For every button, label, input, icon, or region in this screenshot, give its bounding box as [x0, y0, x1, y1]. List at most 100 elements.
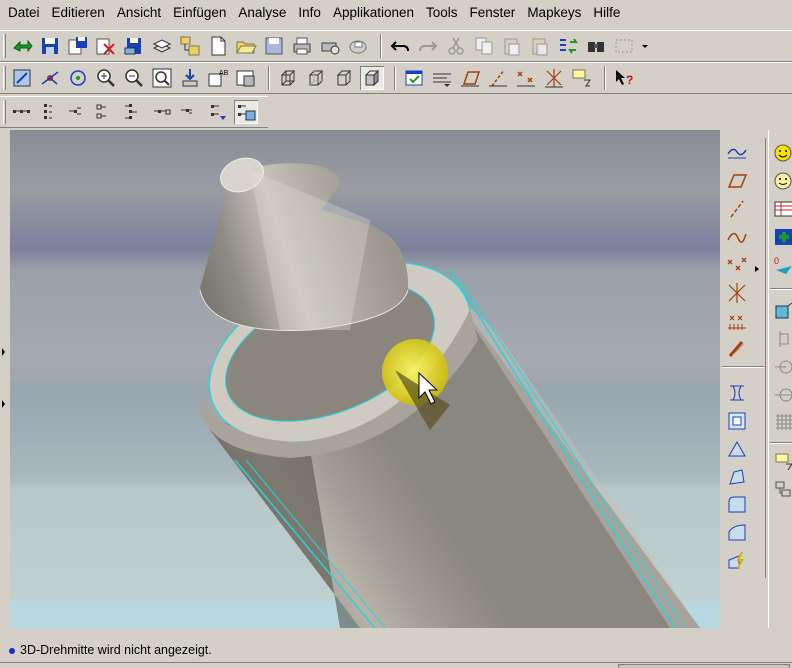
wireframe-icon[interactable]	[276, 66, 300, 90]
toolbar-grip[interactable]	[3, 34, 6, 58]
print-icon[interactable]	[290, 34, 314, 58]
copy-feature-icon[interactable]	[772, 476, 792, 502]
datum-plane-icon[interactable]	[724, 168, 750, 194]
open-icon[interactable]	[234, 34, 258, 58]
datum-plane-display-icon[interactable]	[402, 66, 426, 90]
hidden-line-icon[interactable]	[304, 66, 328, 90]
table-icon[interactable]	[772, 196, 792, 222]
datum-curve-icon[interactable]	[724, 224, 750, 250]
chevron-down-icon[interactable]	[638, 34, 652, 58]
filter-3-icon[interactable]	[64, 100, 88, 124]
cut-icon[interactable]	[444, 34, 468, 58]
right-toolbar: 0	[720, 130, 792, 628]
blend-icon[interactable]	[772, 382, 792, 408]
coord-sys-display-icon[interactable]	[486, 66, 510, 90]
rename-icon[interactable]	[122, 34, 146, 58]
menu-datei[interactable]: Datei	[0, 0, 46, 26]
regenerate-icon[interactable]	[556, 34, 580, 58]
toolbar-grip[interactable]	[3, 100, 6, 124]
context-help-icon[interactable]: ?	[612, 66, 636, 90]
chamfer-icon[interactable]	[724, 520, 750, 546]
round-icon[interactable]	[724, 492, 750, 518]
refit-icon[interactable]	[150, 66, 174, 90]
add-green-icon[interactable]	[772, 224, 792, 250]
filter-7-icon[interactable]	[178, 100, 202, 124]
annotation-display-icon[interactable]	[514, 66, 538, 90]
smiley-2-icon[interactable]	[772, 168, 792, 194]
chevron-right-icon[interactable]	[752, 256, 762, 282]
undo-icon[interactable]	[388, 34, 412, 58]
extrude-icon[interactable]	[772, 298, 792, 324]
toolbar-grip[interactable]	[3, 66, 6, 90]
new-icon[interactable]	[206, 34, 230, 58]
draft-icon[interactable]	[724, 464, 750, 490]
layers-icon[interactable]	[150, 34, 174, 58]
datum-csys-icon[interactable]	[542, 66, 566, 90]
datum-analysis-icon[interactable]	[724, 140, 750, 166]
insert-icon[interactable]	[772, 448, 792, 474]
filter-1-icon[interactable]	[10, 100, 34, 124]
pattern-icon[interactable]	[772, 410, 792, 436]
datum-sketch-point-icon[interactable]	[724, 308, 750, 334]
datum-axis-icon[interactable]	[724, 196, 750, 222]
menu-fenster[interactable]: Fenster	[464, 0, 522, 26]
datum-point-icon[interactable]	[724, 252, 750, 278]
cosmetic-icon[interactable]	[724, 548, 750, 574]
filter-2-icon[interactable]	[36, 100, 60, 124]
datum-coord-icon[interactable]	[724, 336, 750, 362]
menu-hilfe[interactable]: Hilfe	[587, 0, 626, 26]
filter-4-icon[interactable]	[92, 100, 116, 124]
copy-icon[interactable]	[472, 34, 496, 58]
find-icon[interactable]	[584, 34, 608, 58]
graphics-window[interactable]	[10, 130, 720, 628]
save-disk-icon[interactable]	[262, 34, 286, 58]
backup-icon[interactable]	[94, 34, 118, 58]
menu-applikationen[interactable]: Applikationen	[327, 0, 420, 26]
menu-editieren[interactable]: Editieren	[46, 0, 111, 26]
hole-icon[interactable]	[724, 380, 750, 406]
smiley-icon[interactable]	[772, 140, 792, 166]
select-box-icon[interactable]	[612, 34, 636, 58]
menu-einfuegen[interactable]: Einfügen	[167, 0, 232, 26]
datum-axis-display-icon[interactable]	[430, 66, 454, 90]
save-icon[interactable]	[38, 34, 62, 58]
revolve-icon[interactable]	[772, 326, 792, 352]
selection-filter-field[interactable]	[618, 664, 790, 668]
filter-8-icon[interactable]	[206, 100, 230, 124]
zoom-out-icon[interactable]	[122, 66, 146, 90]
paste-special-icon[interactable]	[528, 34, 552, 58]
left-sash[interactable]	[0, 130, 10, 628]
filter-9-icon[interactable]	[234, 100, 258, 124]
no-hidden-icon[interactable]	[332, 66, 356, 90]
shading-icon[interactable]	[360, 66, 384, 90]
saved-views-icon[interactable]: AB	[206, 66, 230, 90]
filter-6-icon[interactable]	[152, 100, 176, 124]
annotation-note-icon[interactable]	[570, 66, 594, 90]
repaint-icon[interactable]	[10, 66, 34, 90]
email-icon[interactable]	[346, 34, 370, 58]
named-view-icon[interactable]	[234, 66, 258, 90]
model-view[interactable]	[10, 130, 720, 628]
relations-icon[interactable]: 0	[772, 252, 792, 278]
save-copy-icon[interactable]	[66, 34, 90, 58]
model-tree-icon[interactable]	[178, 34, 202, 58]
menu-mapkeys[interactable]: Mapkeys	[521, 0, 587, 26]
datum-point-display-icon[interactable]	[458, 66, 482, 90]
menu-ansicht[interactable]: Ansicht	[111, 0, 167, 26]
menu-analyse[interactable]: Analyse	[232, 0, 292, 26]
sweep-icon[interactable]	[772, 354, 792, 380]
datum-offset-point-icon[interactable]	[724, 280, 750, 306]
orient-icon[interactable]	[66, 66, 90, 90]
shell-icon[interactable]	[724, 408, 750, 434]
rib-icon[interactable]	[724, 436, 750, 462]
view-manager-icon[interactable]	[178, 66, 202, 90]
spin-center-icon[interactable]	[38, 66, 62, 90]
redo-icon[interactable]	[416, 34, 440, 58]
print-setup-icon[interactable]	[318, 34, 342, 58]
menu-info[interactable]: Info	[292, 0, 327, 26]
filter-5-icon[interactable]	[120, 100, 144, 124]
menu-tools[interactable]: Tools	[420, 0, 464, 26]
window-activate-icon[interactable]	[10, 34, 34, 58]
zoom-in-icon[interactable]	[94, 66, 118, 90]
paste-icon[interactable]	[500, 34, 524, 58]
